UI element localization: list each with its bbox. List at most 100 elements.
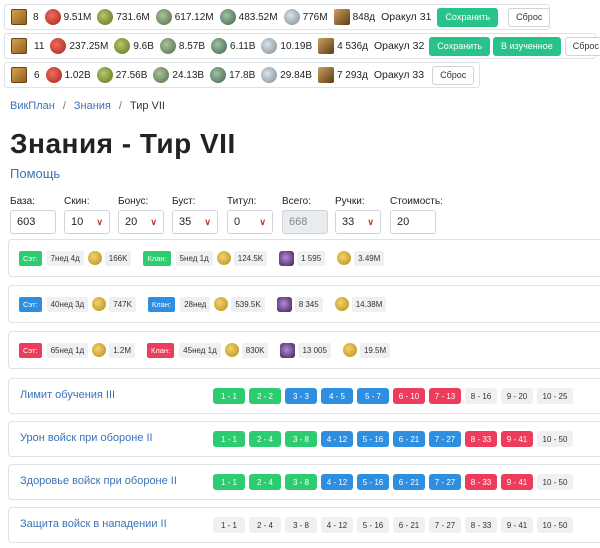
level-chip[interactable]: 1 - 1 [213,388,245,404]
skill-name[interactable]: Защита войск в нападении II [20,518,167,530]
cost-value: 20 [397,216,410,228]
crystal-cost: 8 345 [294,296,323,312]
level-chip[interactable]: 10 - 50 [537,517,573,533]
clan-time: 5нед 1д [175,250,213,266]
boost-field: Буст: 35 ∨ [172,196,218,234]
gold-cost: 14.38M [351,296,387,312]
gold-coin-icon [216,251,231,265]
level-chip[interactable]: 2 - 4 [249,517,281,533]
help-link[interactable]: Помощь [10,166,60,181]
level-chip[interactable]: 6 - 21 [393,474,425,490]
base-input[interactable]: 603 [10,210,56,234]
level-chip[interactable]: 8 - 33 [465,474,497,490]
level-chip[interactable]: 2 - 2 [249,388,281,404]
skill-name[interactable]: Урон войск при обороне II [20,432,153,444]
title-field: Титул: 0 ∨ [227,196,273,234]
chevron-down-icon: ∨ [96,216,103,227]
scroll-icon [11,67,27,83]
oracle-icon [317,67,334,83]
reset-button[interactable]: Сброс [564,36,600,56]
boost-select[interactable]: 35 ∨ [172,210,218,234]
skill-name[interactable]: Лимит обучения III [20,389,115,401]
silver-value: 29.84B [280,69,312,81]
save-button[interactable]: Сохранить [429,36,491,56]
wood-icon [114,38,131,54]
wood-icon [97,9,114,25]
scrolls-count: 6 [34,69,40,81]
level-chip[interactable]: 8 - 33 [465,431,497,447]
level-chip[interactable]: 6 - 10 [393,388,425,404]
breadcrumb-root-link[interactable]: ВикПлан [10,100,55,112]
level-chip[interactable]: 1 - 1 [213,431,245,447]
level-chip[interactable]: 3 - 3 [285,388,317,404]
level-chip[interactable]: 5 - 16 [357,517,389,533]
reset-button[interactable]: Сброс [508,7,551,27]
level-chip[interactable]: 7 - 27 [429,474,461,490]
level-chip[interactable]: 4 - 12 [321,517,353,533]
breadcrumb: ВикПлан / Знания / Тир VII [10,100,165,112]
oracle-time: 7 293д [336,69,368,81]
level-chip[interactable]: 6 - 21 [393,517,425,533]
reset-button[interactable]: Сброс [432,65,475,85]
level-chip[interactable]: 1 - 1 [213,517,245,533]
silver-value: 776M [302,11,328,23]
level-chip[interactable]: 4 - 5 [321,388,353,404]
level-chip[interactable]: 5 - 16 [357,431,389,447]
crystal-icon [279,250,295,266]
level-chip[interactable]: 10 - 50 [537,431,573,447]
level-chip[interactable]: 9 - 41 [501,517,533,533]
level-chip[interactable]: 5 - 7 [357,388,389,404]
level-chip[interactable]: 3 - 8 [285,431,317,447]
level-chip[interactable]: 7 - 27 [429,517,461,533]
wood-value: 731.6M [116,11,150,23]
gold-coin-icon [337,251,352,265]
level-chip[interactable]: 3 - 8 [285,517,317,533]
set-time: 40нед 3д [46,296,89,312]
level-chip[interactable]: 4 - 12 [321,431,353,447]
base-field: База: 603 [10,196,56,234]
level-chip[interactable]: 8 - 33 [465,517,497,533]
level-chip[interactable]: 1 - 1 [213,474,245,490]
level-chip[interactable]: 10 - 50 [537,474,573,490]
silver-icon [261,38,278,54]
gold-coin-icon [214,297,229,311]
level-chip[interactable]: 6 - 21 [393,431,425,447]
level-chip[interactable]: 5 - 16 [357,474,389,490]
level-chip[interactable]: 7 - 27 [429,431,461,447]
level-chip[interactable]: 10 - 25 [537,388,573,404]
title-select[interactable]: 0 ∨ [227,210,273,234]
bonus-select[interactable]: 20 ∨ [118,210,164,234]
oracle-label: Оракул 33 [373,69,425,81]
level-chip[interactable]: 7 - 13 [429,388,461,404]
meat-value: 9.51M [63,11,92,23]
level-chip[interactable]: 9 - 20 [501,388,533,404]
level-chip[interactable]: 2 - 4 [249,474,281,490]
level-chip[interactable]: 3 - 8 [285,474,317,490]
pens-field: Ручки: 33 ∨ [335,196,381,234]
stone-icon [153,67,170,83]
cost-input[interactable]: 20 [390,210,436,234]
save-button[interactable]: Сохранить [437,7,499,27]
level-chip[interactable]: 9 - 41 [501,431,533,447]
set-cost: 747K [109,296,136,312]
resource-row-3: 6 1.02B 27.56B 24.13B 17.8B 29.84B 7 293… [4,62,480,88]
pens-select[interactable]: 33 ∨ [335,210,381,234]
mark-learned-button[interactable]: В изученное [493,36,561,56]
skill-name[interactable]: Здоровье войск при обороне II [20,475,177,487]
level-chip[interactable]: 4 - 12 [321,474,353,490]
stone-icon [159,38,176,54]
stone-icon [155,9,172,25]
meat-value: 1.02B [64,69,91,81]
breadcrumb-section-link[interactable]: Знания [74,100,111,112]
oracle-icon [333,9,350,25]
crystal-cost: 1 595 [297,250,326,266]
resource-row-1: 8 9.51M 731.6M 617.12M 483.52M 776M 848д… [4,4,551,30]
chevron-down-icon: ∨ [204,216,211,227]
iron-value: 17.8B [229,69,256,81]
wood-value: 9.6B [133,40,154,52]
breadcrumb-current: Тир VII [129,100,165,112]
level-chip[interactable]: 2 - 4 [249,431,281,447]
level-chip[interactable]: 8 - 16 [465,388,497,404]
skin-select[interactable]: 10 ∨ [64,210,110,234]
level-chip[interactable]: 9 - 41 [501,474,533,490]
